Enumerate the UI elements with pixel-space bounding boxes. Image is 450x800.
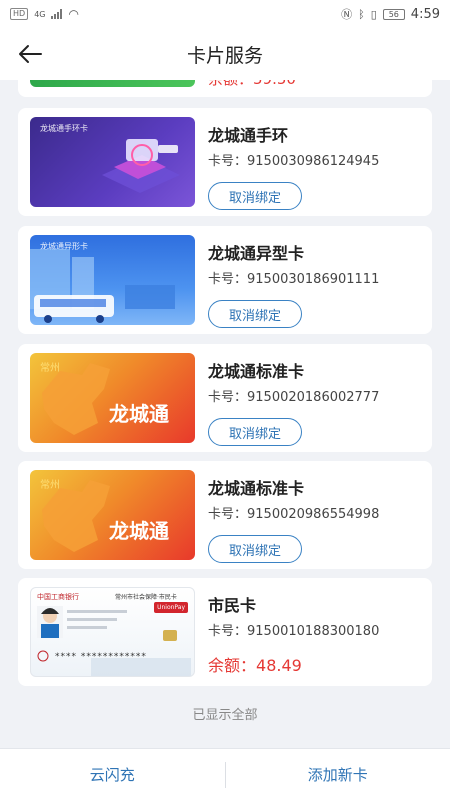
back-arrow-icon xyxy=(19,45,42,63)
status-time: 4:59 xyxy=(410,6,440,22)
card-number: 卡号：9150030186901111 xyxy=(208,272,380,287)
card-item[interactable]: 常州 龙城通 龙城通标准卡 卡号：9150020986554998 取消绑定 xyxy=(18,461,432,569)
unbind-button[interactable]: 取消绑定 xyxy=(208,182,302,210)
battery-icon: 56 xyxy=(382,8,405,20)
card-list: 余额：59.50 龙城通手环卡 龙城通手环 卡号：915003098612494… xyxy=(0,80,450,748)
card-item-partial[interactable]: 余额：59.50 xyxy=(18,80,432,97)
card-name: 龙城通异型卡 xyxy=(208,244,305,263)
network-type: 4G xyxy=(34,9,46,19)
bottom-action-bar: 云闪充 添加新卡 xyxy=(0,748,450,800)
hd-badge: HD xyxy=(10,8,29,20)
card-image: 龙城通异形卡 xyxy=(30,235,195,325)
quick-recharge-button[interactable]: 云闪充 xyxy=(0,764,225,785)
citizen-card-item[interactable]: 中国工商银行 常州市社会保障·市民卡 UnionPay **** *******… xyxy=(18,578,432,686)
card-item[interactable]: 龙城通手环卡 龙城通手环 卡号：9150030986124945 取消绑定 xyxy=(18,108,432,216)
unbind-button[interactable]: 取消绑定 xyxy=(208,418,302,446)
add-card-button[interactable]: 添加新卡 xyxy=(226,764,450,785)
balance-row: 余额：48.49 xyxy=(208,652,302,676)
card-image: 常州 龙城通 xyxy=(30,353,195,443)
wifi-icon: ◠ xyxy=(68,7,79,21)
card-name: 龙城通标准卡 xyxy=(208,362,305,381)
card-name: 市民卡 xyxy=(208,596,257,615)
card-number: 卡号：9150030986124945 xyxy=(208,154,380,169)
card-image: 常州 龙城通 xyxy=(30,470,195,560)
card-image xyxy=(30,80,195,87)
signal-icon xyxy=(51,9,63,19)
card-item[interactable]: 龙城通异形卡 龙城通异型卡 卡号：9150030186901111 取消绑定 xyxy=(18,226,432,334)
unbind-button[interactable]: 取消绑定 xyxy=(208,535,302,563)
card-number: 卡号：9150020986554998 xyxy=(208,507,380,522)
list-end-note: 已显示全部 xyxy=(192,708,258,723)
back-button[interactable] xyxy=(14,40,46,68)
balance-label: 余额： xyxy=(208,656,257,675)
card-image: 中国工商银行 常州市社会保障·市民卡 UnionPay **** *******… xyxy=(30,587,195,677)
card-number: 卡号：9150010188300180 xyxy=(208,624,380,639)
card-item[interactable]: 常州 龙城通 龙城通标准卡 卡号：9150020186002777 取消绑定 xyxy=(18,344,432,452)
balance-row: 余额：59.50 xyxy=(208,80,296,89)
vibrate-icon: ▯ xyxy=(370,7,377,21)
bluetooth-icon: ᛒ xyxy=(358,7,365,21)
page-title: 卡片服务 xyxy=(186,44,263,67)
card-number: 卡号：9150020186002777 xyxy=(208,390,380,405)
balance-value: 48.49 xyxy=(256,656,302,675)
card-image: 龙城通手环卡 xyxy=(30,117,195,207)
app-header: 卡片服务 xyxy=(0,28,450,80)
status-bar: HD 4G ◠ Ⓝ ᛒ ▯ 56 4:59 xyxy=(0,0,450,28)
unbind-button[interactable]: 取消绑定 xyxy=(208,300,302,328)
nfc-icon: Ⓝ xyxy=(341,8,353,21)
card-name: 龙城通手环 xyxy=(208,126,289,145)
card-name: 龙城通标准卡 xyxy=(208,479,305,498)
